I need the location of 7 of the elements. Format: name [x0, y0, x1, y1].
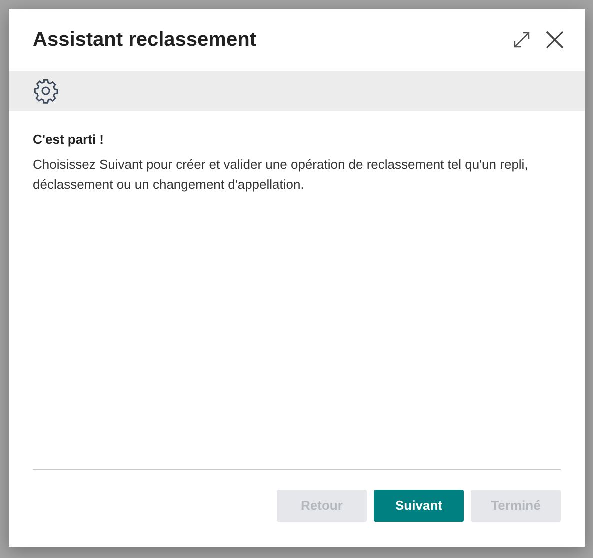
settings-icon[interactable]	[33, 78, 59, 104]
expand-icon[interactable]	[513, 31, 531, 49]
step-description: Choisissez Suivant pour créer et valider une opération de reclassement tel qu'un repli, déclassement ou un changement d'appellation.	[33, 156, 530, 194]
wizard-button[interactable]: Suivant	[374, 490, 464, 522]
close-icon[interactable]	[545, 30, 565, 50]
dialog-title: Assistant reclassement	[33, 28, 258, 53]
step-heading: C'est parti !	[33, 131, 105, 149]
